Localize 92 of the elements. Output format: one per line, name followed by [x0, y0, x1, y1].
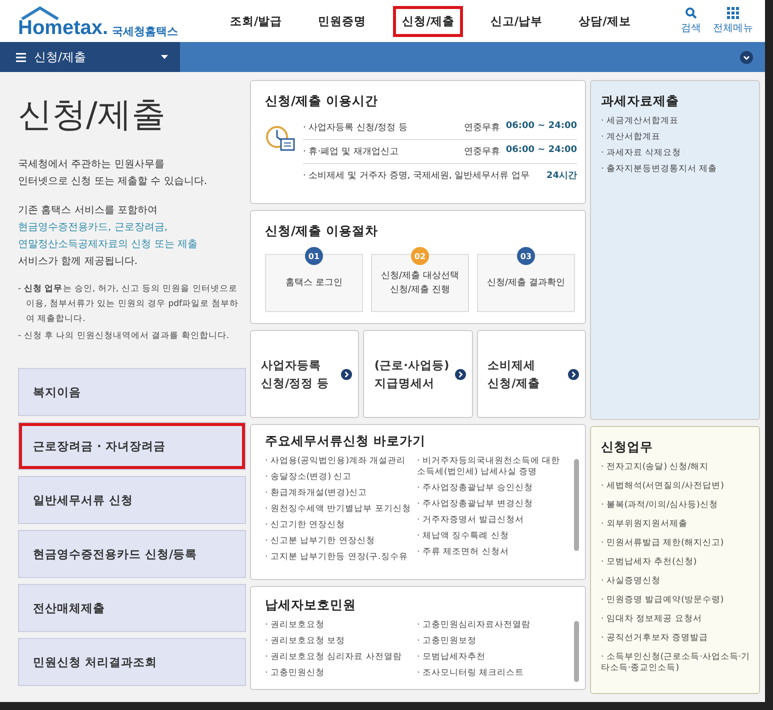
apply-link[interactable]: · 공직선거후보자 증명발급: [601, 633, 751, 644]
search-button[interactable]: 검색: [681, 7, 701, 35]
step-text: 신청/제출 대상선택 신청/제출 진행: [380, 270, 460, 297]
nav-tab[interactable]: 신청/제출: [393, 6, 464, 36]
menu-icon: [16, 52, 26, 62]
tax-data-link[interactable]: · 계산서합계표: [601, 132, 751, 143]
tax-data-link[interactable]: · 세금계산서합계표: [601, 116, 751, 127]
shortcut-link[interactable]: · 신고분 납부기한 연장신청: [265, 536, 413, 547]
protection-link[interactable]: · 권리보호요청 심리자료 사전열람: [265, 652, 413, 663]
nav-tab[interactable]: 신고/납부: [481, 6, 552, 36]
apply-link[interactable]: · 전자고지(송달) 신청/해지: [601, 462, 751, 473]
apply-link[interactable]: · 민원증명 발급예약(방문수령): [601, 595, 751, 606]
house-icon: [20, 6, 60, 20]
tax-data-link[interactable]: · 과세자료 삭제요청: [601, 148, 751, 159]
apply-link[interactable]: · 임대차 정보제공 요청서: [601, 614, 751, 625]
protection-link[interactable]: · 권리보호요청: [265, 620, 413, 631]
apply-link[interactable]: · 모범납세자 추천(신청): [601, 557, 751, 568]
protection-link[interactable]: · 권리보호요청 보정: [265, 636, 413, 647]
protection-link[interactable]: · 고충민원보정: [417, 636, 565, 647]
logo[interactable]: Hometax.: [18, 18, 108, 38]
expand-icon[interactable]: [740, 50, 753, 64]
nav-tab[interactable]: 조회/발급: [221, 6, 292, 36]
nav-tab[interactable]: 상담/제보: [570, 6, 640, 36]
breadcrumb-dropdown[interactable]: 신청/제출: [0, 42, 180, 72]
hours-note: 연중무휴: [464, 146, 500, 158]
step-text: 홈택스 로그인: [286, 277, 342, 290]
service-link[interactable]: 연말정산소득공제자료의 신청 또는 제출: [18, 236, 246, 253]
side-menu-item[interactable]: 복지이음: [18, 368, 246, 416]
shortcut-link[interactable]: · 송달장소(변경) 신고: [265, 472, 413, 483]
intro-text: 국세청에서 주관하는 민원사무를 인터넷으로 신청 또는 제출할 수 있습니다.: [18, 158, 208, 189]
apply-link[interactable]: · 세법해석(서면질의/사전답변): [601, 481, 751, 492]
shortcut-link[interactable]: · 신고기한 연장신청: [265, 520, 413, 531]
quick-link-card[interactable]: 소비제세 신청/제출: [476, 330, 586, 418]
shortcut-link[interactable]: · 거주자증명서 발급신청서: [417, 515, 565, 526]
grid-icon: [727, 7, 739, 19]
protection-link[interactable]: · 조사모니터링 체크리스트: [417, 668, 565, 679]
apply-link[interactable]: · 불복(과적/이의/심사등)신청: [601, 500, 751, 511]
card-title: 주요세무서류신청 바로가기: [265, 433, 426, 450]
intro-text: 기존 홈택스 서비스를 포함하여: [18, 204, 159, 218]
hours-label: · 소비제세 및 거주자 증명, 국제세원, 일반세무서류 업무: [303, 170, 531, 182]
side-menu-item[interactable]: 전산매체제출: [18, 584, 246, 632]
card-title: 납세자보호민원: [265, 597, 357, 614]
shortcut-link[interactable]: · 체납액 징수특례 신청: [417, 531, 565, 542]
card-title: 과세자료제출: [601, 93, 680, 110]
step-number: 03: [517, 247, 535, 265]
service-link[interactable]: 현금영수증전용카드, 근로장려금,: [18, 219, 246, 236]
page-title: 신청/제출: [18, 94, 166, 137]
note-text: - 신청 업무는 승인, 허가, 신고 등의 민원을 인터넷으로 이용, 첨부서류가 있는 민원의 경우 pdf파일로 첨부하여 제출합니다.: [18, 283, 240, 326]
quick-link-card[interactable]: (근로·사업등) 지급명세서: [363, 330, 473, 418]
apply-link[interactable]: · 외부위원지원서제출: [601, 519, 751, 530]
card-title: 신청업무: [601, 439, 654, 456]
protection-link[interactable]: · 모범납세자추천: [417, 652, 565, 663]
apply-link[interactable]: · 민원서류발급 제한(해지신고): [601, 538, 751, 549]
all-menu-button[interactable]: 전체메뉴: [713, 7, 753, 35]
logo-subtitle: 국세청홈택스: [112, 24, 178, 38]
side-menu-item[interactable]: 민원신청 처리결과조회: [18, 638, 246, 686]
shortcut-link[interactable]: · 비거주자등의국내원천소득에 대한 소득세(법인세) 납세사실 증명: [417, 456, 565, 478]
step-number: 01: [305, 247, 323, 265]
step-text: 신청/제출 결과확인: [487, 277, 565, 290]
hours-time: 06:00 ~ 24:00: [506, 121, 577, 133]
quick-link-card[interactable]: 사업자등록 신청/정정 등: [250, 330, 360, 418]
nav-tab[interactable]: 민원증명: [309, 6, 376, 36]
card-title: 신청/제출 이용절차: [265, 223, 379, 240]
hours-label: · 사업자등록 신청/정정 등: [303, 122, 408, 134]
apply-link[interactable]: · 사실증명신청: [601, 576, 751, 587]
protection-link[interactable]: · 고충민원신청: [265, 668, 413, 679]
caret-icon: [161, 55, 168, 59]
shortcut-link[interactable]: · 주류 제조면허 신청서: [417, 547, 565, 558]
shortcut-link[interactable]: · 원천징수세액 반기별납부 포기신청: [265, 504, 413, 515]
scrollbar[interactable]: [574, 459, 579, 552]
side-menu-item[interactable]: 근로장려금 · 자녀장려금: [18, 422, 246, 470]
shortcut-link[interactable]: · 주사업장총괄납부 승인신청: [417, 483, 565, 494]
hours-time: 24시간: [546, 170, 577, 182]
shortcut-link[interactable]: · 사업용(공익법인용)계좌 개설관리: [265, 456, 413, 467]
tax-data-link[interactable]: · 출자지분등변경통지서 제출: [601, 164, 751, 175]
side-menu-item[interactable]: 일반세무서류 신청: [18, 476, 246, 524]
apply-link[interactable]: · 소득부인신청(근로소득·사업소득·기타소득·종교인소득): [601, 652, 751, 674]
shortcut-link[interactable]: · 주사업장총괄납부 변경신청: [417, 499, 565, 510]
card-title: 신청/제출 이용시간: [265, 93, 379, 110]
hours-label: · 휴·폐업 및 재개업신고: [303, 146, 400, 158]
protection-link[interactable]: · 고충민원심리자료사전열람: [417, 620, 565, 631]
shortcut-link[interactable]: · 환급계좌개설(변경)신고: [265, 488, 413, 499]
hours-note: 연중무휴: [464, 122, 500, 134]
scrollbar[interactable]: [574, 621, 579, 682]
clock-calendar-icon: [265, 124, 295, 152]
intro-text: 서비스가 함께 제공됩니다.: [18, 255, 139, 269]
side-menu-item[interactable]: 현금영수증전용카드 신청/등록: [18, 530, 246, 578]
step-number: 02: [411, 247, 429, 265]
note-text: - 신청 후 나의 민원신청내역에서 결과를 확인합니다.: [18, 330, 230, 343]
hours-time: 06:00 ~ 24:00: [506, 145, 577, 157]
shortcut-link[interactable]: · 고지분 납부기한등 연장(구.징수유: [265, 552, 413, 563]
search-icon: [685, 7, 697, 19]
